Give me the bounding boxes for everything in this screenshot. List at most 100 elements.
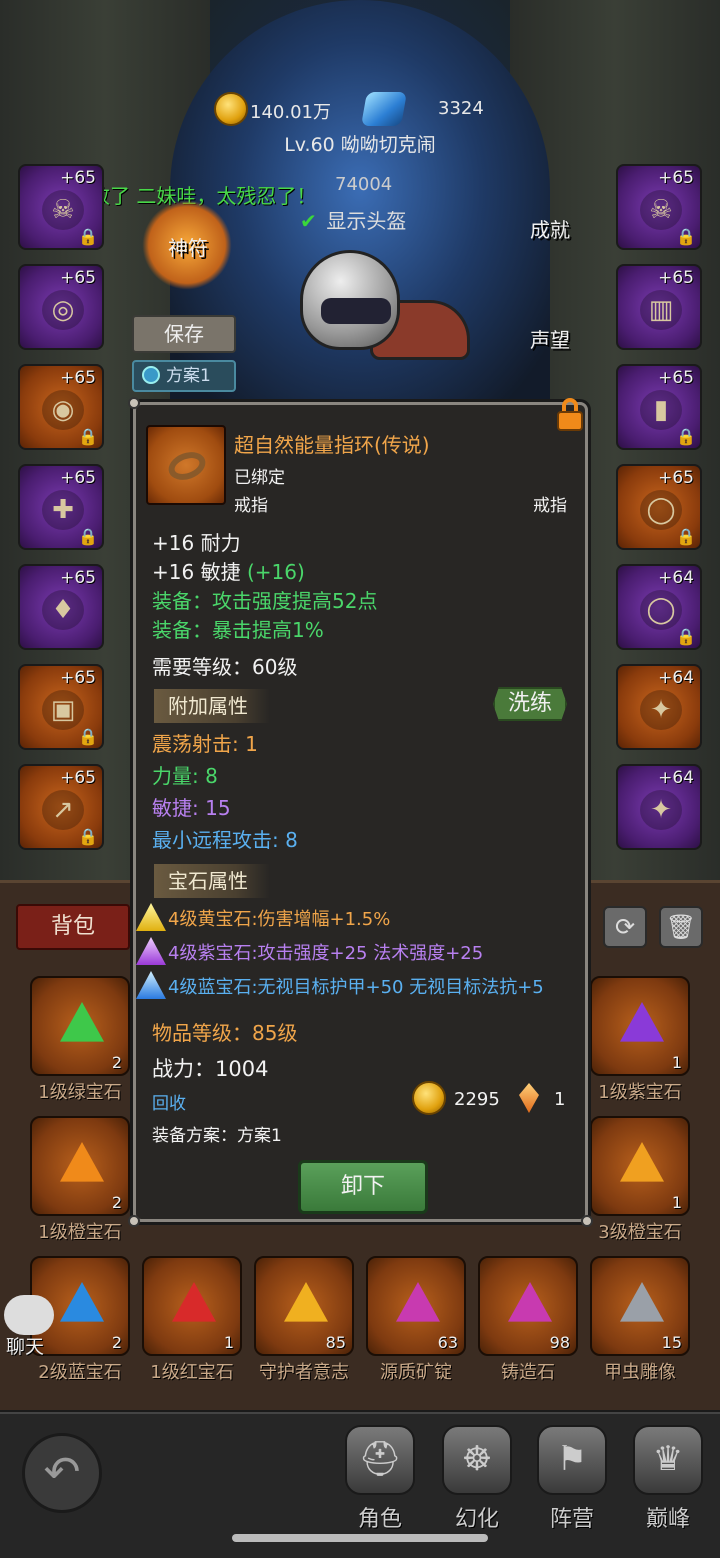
trash-icon[interactable]: 🗑 xyxy=(659,906,703,948)
equipment-slot[interactable]: ☠ +65 🔒 xyxy=(18,164,104,250)
yellow-gem-icon xyxy=(136,903,166,931)
item-name: 守护者意志 xyxy=(259,1362,349,1383)
show-helmet-toggle[interactable]: ✔ 显示头盔 xyxy=(300,205,406,234)
stat-agility: +16 敏捷 (+16) xyxy=(152,556,305,585)
slot-level: +65 xyxy=(60,468,96,488)
recycle-gold-value: 2295 xyxy=(454,1089,500,1110)
equipment-slot[interactable]: ♦ +65 xyxy=(18,564,104,650)
equipment-slot[interactable]: ▣ +65 🔒 xyxy=(18,664,104,750)
nav-peak-label: 巅峰 xyxy=(645,1507,690,1532)
bag-item[interactable]: 2 xyxy=(30,1116,130,1216)
gem-icon xyxy=(172,1282,216,1322)
tooltip-corner xyxy=(128,1215,140,1227)
trinket-icon: ✦ xyxy=(640,690,682,730)
tab-bag[interactable]: 背包 xyxy=(16,904,130,950)
helmet-icon: ☠ xyxy=(42,190,84,230)
equipment-slot[interactable]: ◯ +65 🔒 xyxy=(616,464,702,550)
gold-coin-icon xyxy=(412,1081,446,1115)
diamond-icon xyxy=(361,92,407,126)
nav-character[interactable]: ⛑ 角色 xyxy=(335,1425,425,1535)
equipment-slot[interactable]: ◉ +65 🔒 xyxy=(18,364,104,450)
reputation-button[interactable]: 声望 xyxy=(520,324,580,353)
nav-character-label: 角色 xyxy=(357,1507,402,1532)
character-model xyxy=(280,240,470,400)
back-arrow-icon[interactable]: ↶ xyxy=(22,1433,102,1513)
gem-attr-1: 4级黄宝石:伤害增幅+1.5% xyxy=(168,909,391,930)
slot-level: +65 xyxy=(658,268,694,288)
chat-bubble-icon[interactable] xyxy=(4,1295,54,1335)
gem-icon xyxy=(284,1282,328,1322)
slot-level: +65 xyxy=(60,568,96,588)
gold-coin-icon xyxy=(214,92,248,126)
gem-attr-2: 4级紫宝石:攻击强度+25 法术强度+25 xyxy=(168,943,484,964)
gold-amount: 140.01万 xyxy=(250,102,331,123)
plan-selector[interactable]: 方案1 xyxy=(132,360,236,392)
refine-button[interactable]: 洗练 xyxy=(493,687,567,721)
diamond-amount: 3324 xyxy=(438,98,484,119)
equipment-slot[interactable]: ◎ +65 xyxy=(18,264,104,350)
equipment-slot[interactable]: ✚ +65 🔒 xyxy=(18,464,104,550)
item-count: 2 xyxy=(111,1053,122,1072)
item-count: 2 xyxy=(111,1193,122,1212)
mask-icon: ☸ xyxy=(442,1425,512,1495)
bag-item[interactable]: 2 xyxy=(30,976,130,1076)
bag-item[interactable]: 15 xyxy=(590,1256,690,1356)
extra-attr-4: 最小远程攻击: 8 xyxy=(152,828,298,852)
gloves-icon: ☠ xyxy=(640,190,682,230)
unequip-button[interactable]: 卸下 xyxy=(298,1160,428,1214)
tooltip-corner xyxy=(128,397,140,409)
show-helmet-label: 显示头盔 xyxy=(326,209,407,233)
stat-agility-bonus: (+16) xyxy=(246,560,305,584)
item-subtype: 戒指 xyxy=(533,496,567,516)
lock-icon: 🔒 xyxy=(78,527,98,546)
gem-icon xyxy=(508,1282,552,1322)
chest-icon: ♦ xyxy=(42,590,84,630)
combat-power: 战力：1004 xyxy=(152,1057,269,1081)
viking-helmet-icon: ⛑ xyxy=(345,1425,415,1495)
slot-level: +65 xyxy=(60,768,96,788)
equipment-slot[interactable]: ◯ +64 🔒 xyxy=(616,564,702,650)
ring-icon xyxy=(164,447,210,485)
recycle-link[interactable]: 回收 xyxy=(152,1089,186,1114)
legs-icon: ▥ xyxy=(640,290,682,330)
talisman-button[interactable]: 神符 xyxy=(150,232,226,261)
lock-icon[interactable] xyxy=(555,397,585,431)
nav-peak[interactable]: ♛ 巅峰 xyxy=(623,1425,713,1535)
lock-icon: 🔒 xyxy=(676,627,696,646)
equipment-slot[interactable]: ↗ +65 🔒 xyxy=(18,764,104,850)
nav-illusion[interactable]: ☸ 幻化 xyxy=(432,1425,522,1535)
equipment-slot[interactable]: ▮ +65 🔒 xyxy=(616,364,702,450)
equipment-slot[interactable]: ☠ +65 🔒 xyxy=(616,164,702,250)
bag-item[interactable]: 63 xyxy=(366,1256,466,1356)
equipment-slot[interactable]: ✦ +64 xyxy=(616,764,702,850)
item-name: 铸造石 xyxy=(501,1362,555,1383)
extra-attr-1: 震荡射击: 1 xyxy=(152,732,258,756)
refresh-icon[interactable]: ⟳ xyxy=(603,906,647,948)
item-slot-type: 戒指 xyxy=(234,496,268,516)
bag-item[interactable]: 1 xyxy=(590,976,690,1076)
currency-bar: 140.01万 3324 xyxy=(210,88,510,132)
item-name: 1级红宝石 xyxy=(150,1362,234,1383)
item-count: 98 xyxy=(549,1333,570,1352)
player-level-name: Lv.60 呦呦切克闹 xyxy=(284,134,436,156)
extra-attributes-header: 附加属性 xyxy=(154,689,270,723)
equipment-slot[interactable]: ✦ +64 xyxy=(616,664,702,750)
shoulder-icon: ◉ xyxy=(42,390,84,430)
achievement-button[interactable]: 成就 xyxy=(520,214,580,243)
slot-level: +64 xyxy=(658,768,694,788)
bag-item[interactable]: 1 xyxy=(142,1256,242,1356)
home-indicator xyxy=(232,1534,488,1542)
bag-item[interactable]: 85 xyxy=(254,1256,354,1356)
ring-icon: ◯ xyxy=(640,590,682,630)
save-button[interactable]: 保存 xyxy=(132,315,236,353)
necklace-icon: ◎ xyxy=(42,290,84,330)
gem-attr-3: 4级蓝宝石:无视目标护甲+50 无视目标法抗+5 xyxy=(168,977,544,998)
item-name: 1级紫宝石 xyxy=(598,1082,682,1103)
lock-icon: 🔒 xyxy=(78,827,98,846)
equip-plan: 装备方案：方案1 xyxy=(152,1126,282,1146)
bag-item[interactable]: 98 xyxy=(478,1256,578,1356)
bag-item[interactable]: 1 xyxy=(590,1116,690,1216)
slot-level: +65 xyxy=(658,468,694,488)
nav-faction[interactable]: ⚑ 阵营 xyxy=(527,1425,617,1535)
equipment-slot[interactable]: ▥ +65 xyxy=(616,264,702,350)
